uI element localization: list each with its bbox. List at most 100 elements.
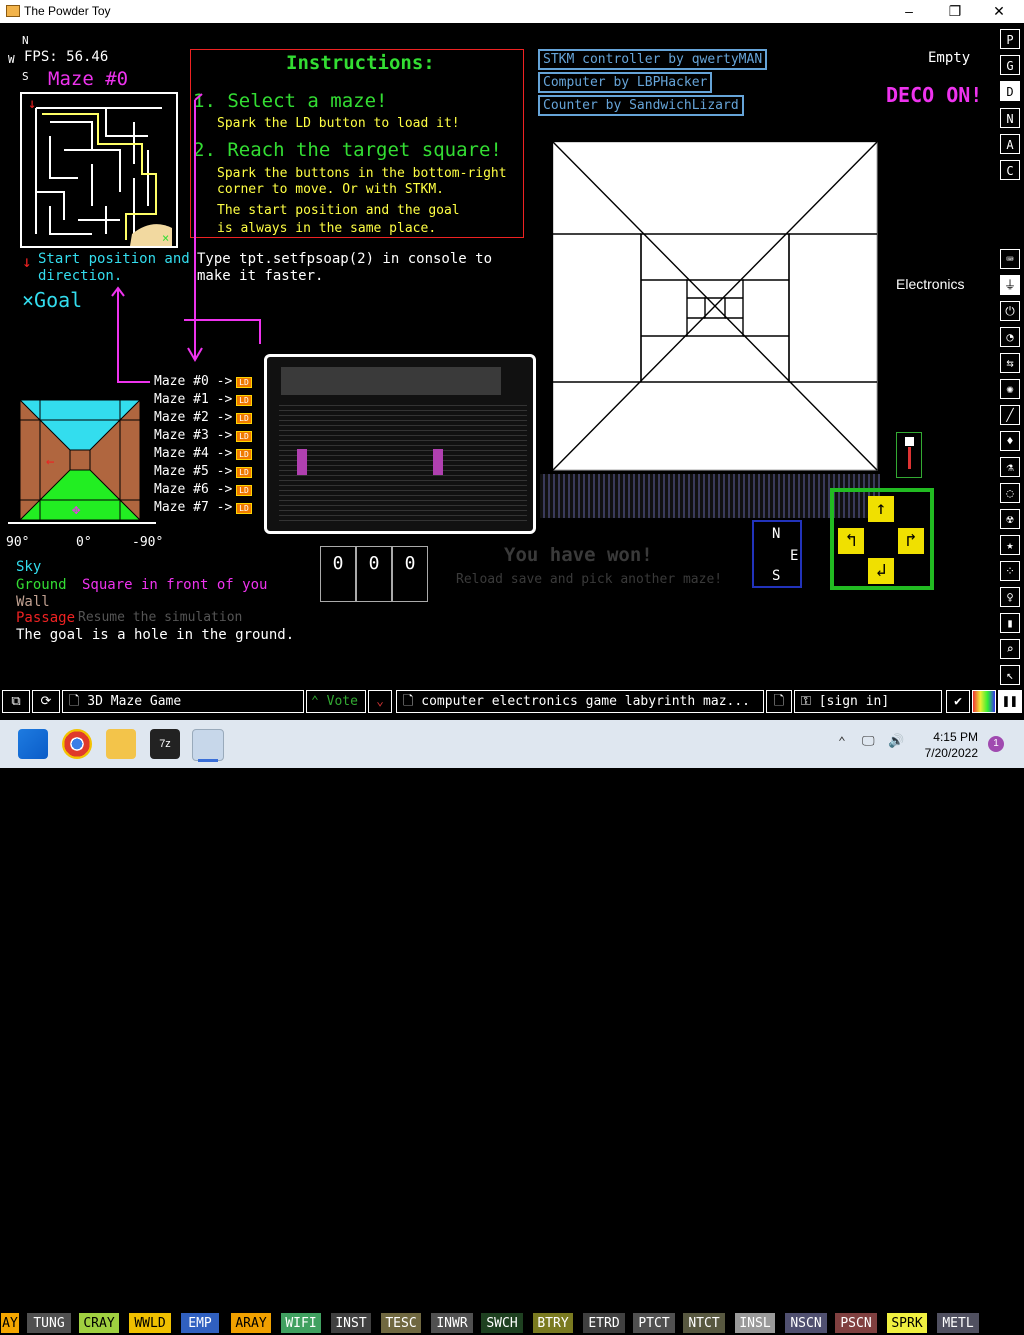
- element-wwld[interactable]: WWLD: [128, 1312, 172, 1334]
- maze-1[interactable]: Maze #1 -> LD: [154, 392, 264, 410]
- gas-icon[interactable]: ◌: [1000, 483, 1020, 503]
- turn-left-button[interactable]: ↰: [838, 528, 864, 554]
- element-inst[interactable]: INST: [330, 1312, 372, 1334]
- element-nscn[interactable]: NSCN: [784, 1312, 828, 1334]
- ld-button-7[interactable]: LD: [236, 503, 252, 514]
- tray-chevron-icon[interactable]: ⌃: [838, 735, 846, 750]
- turn-right-button[interactable]: ↱: [898, 528, 924, 554]
- move-forward-button[interactable]: ↑: [868, 496, 894, 522]
- ld-button-2[interactable]: LD: [236, 413, 252, 424]
- brush-icon[interactable]: ╱: [1000, 405, 1020, 425]
- file-explorer-icon[interactable]: [106, 729, 136, 759]
- side-menu-g[interactable]: G: [1000, 55, 1020, 75]
- cursor-icon[interactable]: ↖: [1000, 665, 1020, 685]
- explosive-icon[interactable]: ✺: [1000, 379, 1020, 399]
- element-sprk[interactable]: SPRK: [886, 1312, 928, 1334]
- maximize-button[interactable]: ❐: [932, 0, 978, 23]
- maze-4[interactable]: Maze #4 -> LD: [154, 446, 264, 464]
- maze-2[interactable]: Maze #2 -> LD: [154, 410, 264, 428]
- settings-check-icon[interactable]: ✔: [946, 690, 970, 713]
- side-menu-p[interactable]: P: [1000, 29, 1020, 49]
- save-name-field[interactable]: 🗋 3D Maze Game: [62, 690, 304, 713]
- element-metl[interactable]: METL: [936, 1312, 980, 1334]
- element-pscn[interactable]: PSCN: [834, 1312, 878, 1334]
- key-icon: ⚿: [801, 694, 811, 709]
- flask-icon[interactable]: ⚗: [1000, 457, 1020, 477]
- sign-in-button[interactable]: ⚿ [sign in]: [794, 690, 942, 713]
- search-icon[interactable]: ⌕: [1000, 639, 1020, 659]
- element-btry[interactable]: BTRY: [532, 1312, 574, 1334]
- element-etrd[interactable]: ETRD: [582, 1312, 626, 1334]
- empty-label: Empty: [928, 50, 971, 66]
- open-save-button[interactable]: ⧉: [2, 690, 30, 713]
- keyboard-icon[interactable]: ⌨: [1000, 249, 1020, 269]
- side-menu-a[interactable]: A: [1000, 134, 1020, 154]
- turn-around-button[interactable]: ↲: [868, 558, 894, 584]
- maze-1-label: Maze #1 ->: [154, 392, 233, 407]
- sensor-icon[interactable]: ◔: [1000, 327, 1020, 347]
- render-options-icon[interactable]: [972, 690, 996, 713]
- particles-icon[interactable]: ⁘: [1000, 561, 1020, 581]
- legend-resume: Resume the simulation: [78, 610, 243, 625]
- pause-button[interactable]: ❚❚: [998, 690, 1022, 713]
- power-icon[interactable]: ⏻: [1000, 301, 1020, 321]
- bookmark-icon[interactable]: ▮: [1000, 613, 1020, 633]
- tray-date[interactable]: 7/20/2022: [920, 746, 978, 760]
- element-wifi[interactable]: WIFI: [280, 1312, 322, 1334]
- board-bus: [281, 367, 501, 395]
- vote-down-button[interactable]: ⌄: [368, 690, 392, 713]
- element-tesc[interactable]: TESC: [380, 1312, 422, 1334]
- notification-badge[interactable]: 1: [988, 736, 1004, 752]
- 7zip-icon[interactable]: 7z: [150, 729, 180, 759]
- vote-up-button[interactable]: ⌃ Vote: [306, 690, 366, 713]
- reload-button[interactable]: ⟳: [32, 690, 60, 713]
- ld-button-1[interactable]: LD: [236, 395, 252, 406]
- electronics-plug-icon[interactable]: ⏚: [1000, 275, 1020, 295]
- element-inwr[interactable]: INWR: [430, 1312, 474, 1334]
- element-insl[interactable]: INSL: [734, 1312, 776, 1334]
- ld-button-3[interactable]: LD: [236, 431, 252, 442]
- maze-5[interactable]: Maze #5 -> LD: [154, 464, 264, 482]
- radiation-icon[interactable]: ☢: [1000, 509, 1020, 529]
- side-menu-c[interactable]: C: [1000, 160, 1020, 180]
- chrome-icon[interactable]: [62, 729, 92, 759]
- instructions-title: Instructions:: [286, 52, 435, 74]
- liquid-drop-icon[interactable]: ♦: [1000, 431, 1020, 451]
- connector-lines: [111, 93, 261, 383]
- tray-time[interactable]: 4:15 PM: [920, 730, 978, 744]
- network-icon[interactable]: 🖵: [862, 734, 875, 749]
- minimize-button[interactable]: –: [886, 0, 932, 23]
- new-sim-button[interactable]: 🗋: [766, 690, 792, 713]
- element-cray[interactable]: CRAY: [78, 1312, 120, 1334]
- tags-field[interactable]: 🗋 computer electronics game labyrinth ma…: [396, 690, 764, 713]
- volume-icon[interactable]: 🔊: [888, 734, 904, 749]
- board-chip-1: [297, 449, 307, 475]
- start-menu-icon[interactable]: [18, 729, 48, 759]
- ld-button-4[interactable]: LD: [236, 449, 252, 460]
- title-bar: The Powder Toy – ❐ ✕: [0, 0, 1024, 23]
- nav-s: S: [772, 568, 781, 584]
- compass-n: N: [22, 34, 29, 47]
- star-icon[interactable]: ★: [1000, 535, 1020, 555]
- element-swch[interactable]: SWCH: [480, 1312, 524, 1334]
- maze-6[interactable]: Maze #6 -> LD: [154, 482, 264, 500]
- maze-7[interactable]: Maze #7 -> LD: [154, 500, 264, 518]
- element-ay[interactable]: AY: [0, 1312, 20, 1334]
- close-button[interactable]: ✕: [976, 0, 1022, 23]
- arrows-icon[interactable]: ⇆: [1000, 353, 1020, 373]
- life-icon[interactable]: ♀: [1000, 587, 1020, 607]
- side-menu-d[interactable]: D: [1000, 81, 1020, 101]
- element-ptct[interactable]: PTCT: [632, 1312, 676, 1334]
- powder-toy-taskbar-icon[interactable]: [192, 729, 224, 761]
- ld-button-0[interactable]: LD: [236, 377, 252, 388]
- ld-button-6[interactable]: LD: [236, 485, 252, 496]
- ld-button-5[interactable]: LD: [236, 467, 252, 478]
- angle-center: 0°: [76, 535, 92, 550]
- maze-3[interactable]: Maze #3 -> LD: [154, 428, 264, 446]
- side-menu-n[interactable]: N: [1000, 108, 1020, 128]
- element-emp[interactable]: EMP: [180, 1312, 220, 1334]
- element-ntct[interactable]: NTCT: [682, 1312, 726, 1334]
- element-aray[interactable]: ARAY: [230, 1312, 272, 1334]
- maze-0[interactable]: Maze #0 -> LD: [154, 374, 264, 392]
- element-tung[interactable]: TUNG: [26, 1312, 72, 1334]
